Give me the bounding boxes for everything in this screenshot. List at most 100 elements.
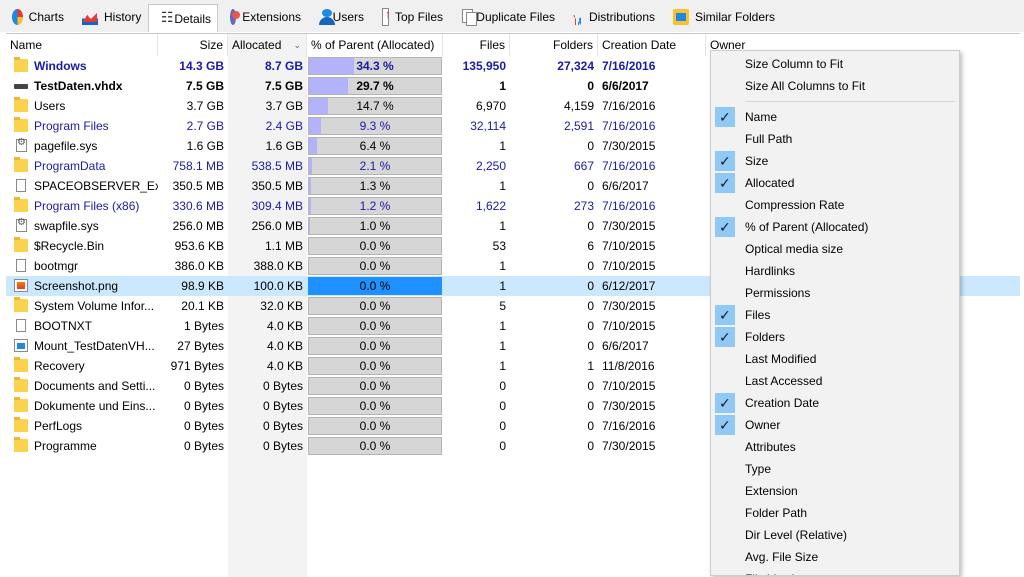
row-folders: 1	[587, 359, 594, 373]
menu-item-compression-rate[interactable]: Compression Rate	[711, 194, 959, 216]
row-creation: 7/30/2015	[602, 399, 656, 413]
row-size: 386.0 KB	[174, 259, 224, 273]
tab-similar-folders[interactable]: Similar Folders	[661, 5, 781, 29]
tab-history[interactable]: History	[70, 5, 148, 29]
menu-item-attributes[interactable]: Attributes	[711, 436, 959, 458]
menu-item-size-column-to-fit[interactable]: Size Column to Fit	[711, 53, 959, 75]
row-size: 7.5 GB	[185, 79, 224, 93]
column-header-folders[interactable]: Folders	[510, 34, 598, 56]
menu-item-files[interactable]: Files	[711, 304, 959, 326]
checkmark-icon	[715, 414, 735, 436]
column-header-name[interactable]: Name	[6, 34, 158, 56]
menu-item-label: Last Accessed	[745, 374, 823, 388]
row-allocated: 7.5 GB	[264, 79, 303, 93]
menu-item-creation-date[interactable]: Creation Date	[711, 392, 959, 414]
tab-duplicate-files[interactable]: Duplicate Files	[449, 5, 561, 29]
menu-item-optical-media-size[interactable]: Optical media size	[711, 238, 959, 260]
tab-users[interactable]: Users	[307, 5, 370, 29]
menu-item--of-parent-allocated[interactable]: % of Parent (Allocated)	[711, 216, 959, 238]
row-files: 53	[492, 239, 506, 253]
row-files: 0	[499, 419, 506, 433]
row-allocated: 3.7 GB	[265, 99, 303, 113]
menu-item-label: Attributes	[745, 440, 796, 454]
menu-item-file-version[interactable]: File Version	[711, 568, 959, 575]
percent-bar-label: 9.3 %	[359, 119, 391, 133]
menu-item-label: File Version	[745, 572, 808, 575]
row-name: pagefile.sys	[34, 139, 98, 153]
menu-item-dir-level-relative[interactable]: Dir Level (Relative)	[711, 524, 959, 546]
menu-item-hardlinks[interactable]: Hardlinks	[711, 260, 959, 282]
row-files: 1	[499, 219, 506, 233]
row-folders: 0	[587, 279, 594, 293]
row-size: 27 Bytes	[177, 339, 224, 353]
percent-bar-label: 6.4 %	[359, 139, 391, 153]
menu-item-label: Hardlinks	[745, 264, 796, 278]
row-allocated: 1.6 GB	[265, 139, 303, 153]
row-allocated: 4.0 KB	[266, 319, 303, 333]
percent-bar: 0.0 %	[308, 277, 442, 295]
tab-top-files[interactable]: Top Files	[370, 5, 449, 29]
menu-item-size[interactable]: Size	[711, 150, 959, 172]
menu-item-folders[interactable]: Folders	[711, 326, 959, 348]
percent-bar-label: 29.7 %	[356, 79, 394, 93]
row-files: 1	[499, 279, 506, 293]
menu-item-full-path[interactable]: Full Path	[711, 128, 959, 150]
row-files: 0	[499, 379, 506, 393]
row-files: 1	[499, 79, 506, 93]
checkmark-icon	[715, 326, 735, 348]
tab-charts[interactable]: Charts	[0, 5, 70, 29]
row-folders: 0	[587, 339, 594, 353]
users-icon	[319, 9, 335, 25]
column-context-menu: Size Column to Fit Size All Columns to Fi…	[710, 50, 960, 576]
menu-item-size-all-columns-to-fit[interactable]: Size All Columns to Fit	[711, 75, 959, 97]
row-size: 1.6 GB	[186, 139, 224, 153]
column-header-allocated[interactable]: Allocated ⌄	[228, 34, 307, 56]
menu-item-allocated[interactable]: Allocated	[711, 172, 959, 194]
row-folders: 0	[587, 439, 594, 453]
menu-item-avg-file-size[interactable]: Avg. File Size	[711, 546, 959, 568]
tab-distributions[interactable]: Distributions	[561, 5, 661, 29]
row-allocated: 8.7 GB	[264, 59, 303, 73]
row-creation: 6/6/2017	[602, 339, 649, 353]
tab-extensions[interactable]: Extensions	[218, 5, 307, 29]
percent-bar: 2.1 %	[308, 157, 442, 175]
percent-bar-label: 0.0 %	[359, 279, 391, 293]
row-creation: 7/10/2015	[602, 379, 656, 393]
tab-label: Charts	[28, 10, 64, 24]
row-name: Users	[34, 99, 66, 113]
row-files: 1	[499, 259, 506, 273]
tab-label: Duplicate Files	[476, 10, 555, 24]
menu-item-label: Optical media size	[745, 242, 844, 256]
row-creation: 6/6/2017	[602, 79, 649, 93]
tab-details[interactable]: Details	[148, 4, 218, 32]
menu-item-extension[interactable]: Extension	[711, 480, 959, 502]
row-folders: 0	[587, 219, 594, 233]
percent-bar: 0.0 %	[308, 397, 442, 415]
checkmark-icon	[715, 172, 735, 194]
row-files: 5	[499, 299, 506, 313]
row-allocated: 2.4 GB	[265, 119, 303, 133]
menu-item-name[interactable]: Name	[711, 106, 959, 128]
percent-bar-label: 0.0 %	[359, 419, 391, 433]
row-files: 1	[499, 319, 506, 333]
row-allocated: 1.1 MB	[264, 239, 303, 253]
menu-item-type[interactable]: Type	[711, 458, 959, 480]
column-header-percent-of-parent[interactable]: % of Parent (Allocated)	[307, 34, 443, 56]
column-header-allocated-label: Allocated	[232, 38, 282, 52]
row-folders: 0	[587, 79, 594, 93]
checkmark-icon	[715, 304, 735, 326]
menu-item-permissions[interactable]: Permissions	[711, 282, 959, 304]
column-header-creation-date[interactable]: Creation Date	[598, 34, 706, 56]
percent-bar: 0.0 %	[308, 297, 442, 315]
menu-item-last-accessed[interactable]: Last Accessed	[711, 370, 959, 392]
row-size: 14.3 GB	[179, 59, 224, 73]
row-name: Program Files (x86)	[34, 199, 140, 213]
menu-item-folder-path[interactable]: Folder Path	[711, 502, 959, 524]
column-header-size[interactable]: Size	[158, 34, 228, 56]
row-name: Screenshot.png	[34, 279, 119, 293]
row-size: 1 Bytes	[183, 319, 224, 333]
menu-item-last-modified[interactable]: Last Modified	[711, 348, 959, 370]
menu-item-owner[interactable]: Owner	[711, 414, 959, 436]
column-header-files[interactable]: Files	[443, 34, 510, 56]
menu-item-label: Full Path	[745, 132, 793, 146]
